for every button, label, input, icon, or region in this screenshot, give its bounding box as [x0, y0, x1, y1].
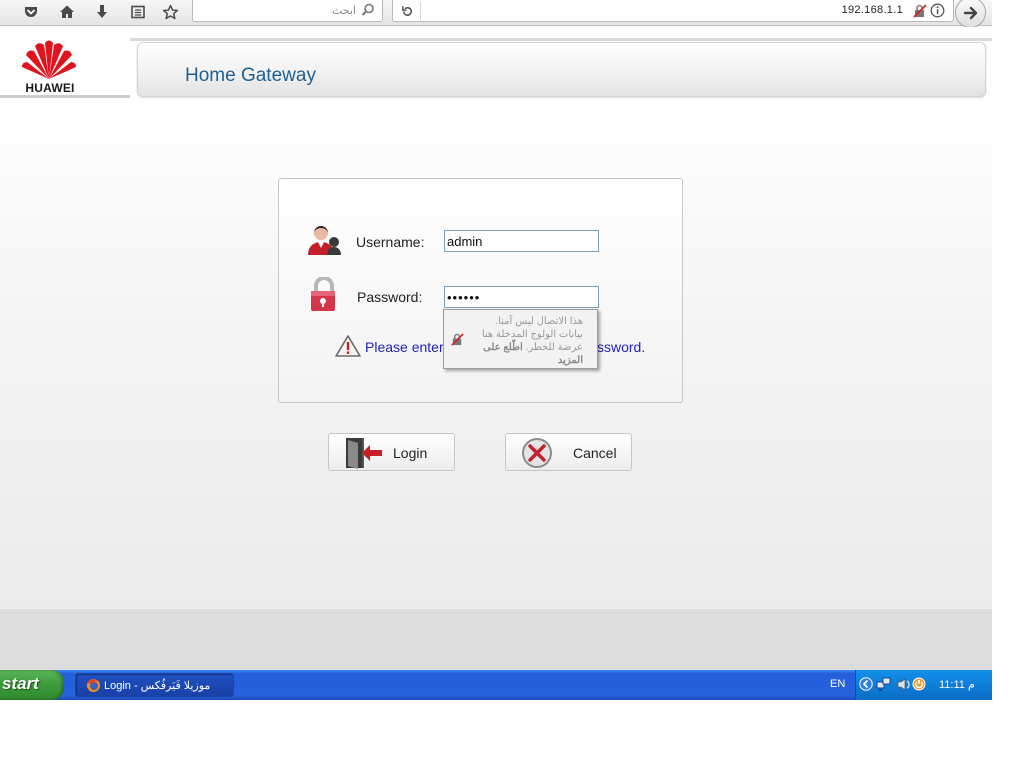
- tray-expand-icon[interactable]: [859, 677, 873, 691]
- login-button[interactable]: Login: [328, 433, 455, 471]
- tooltip-line-2: بيانات الولوج المدخلة هنا: [481, 329, 583, 340]
- taskbar: start Login - موزيلا فَيَرفُكس EN 11:11 …: [0, 670, 992, 700]
- bookmark-button[interactable]: [157, 1, 183, 23]
- tooltip-line-1: هذا الاتصال ليس آمنا.: [495, 316, 583, 327]
- login-panel: Username: Password: Please enter ssword.: [278, 178, 683, 403]
- home-button[interactable]: [54, 1, 80, 23]
- page-footer-band: [0, 609, 992, 670]
- taskbar-item-firefox[interactable]: Login - موزيلا فَيَرفُكس: [75, 673, 234, 697]
- reading-list-icon: [131, 5, 145, 19]
- door-enter-icon: [346, 438, 382, 469]
- cancel-button[interactable]: Cancel: [505, 433, 632, 471]
- reload-icon: [402, 5, 412, 16]
- firefox-icon: [86, 678, 101, 693]
- screen: ابحث 192.168.1.1 HUAWEI Home Gateway Use…: [0, 0, 1024, 768]
- cancel-icon: [522, 438, 552, 468]
- taskbar-item-label: Login - موزيلا فَيَرفُكس: [104, 680, 211, 692]
- volume-icon[interactable]: [896, 677, 911, 692]
- user-icon: [308, 226, 341, 255]
- insecure-lock-icon[interactable]: [913, 4, 927, 18]
- url-bar[interactable]: 192.168.1.1: [392, 0, 954, 22]
- go-button[interactable]: [955, 0, 986, 28]
- reload-button[interactable]: [395, 2, 421, 20]
- home-icon: [60, 5, 74, 18]
- pocket-button[interactable]: [18, 1, 44, 23]
- password-label: Password:: [357, 289, 423, 305]
- page-title: Home Gateway: [185, 65, 316, 86]
- logo-text: HUAWEI: [25, 81, 75, 95]
- tooltip-line-3: عرضة للخطر.: [525, 342, 583, 353]
- reading-list-button[interactable]: [125, 1, 151, 23]
- insecure-lock-icon: [451, 333, 464, 346]
- network-icon[interactable]: [876, 677, 892, 692]
- language-indicator[interactable]: EN: [830, 678, 845, 690]
- web-page: HUAWEI Home Gateway Username: admin Pass…: [0, 27, 992, 670]
- insecure-login-tooltip: هذا الاتصال ليس آمنا. بيانات الولوج المد…: [443, 309, 598, 369]
- system-tray: 11:11 م: [855, 670, 992, 700]
- tooltip-text: هذا الاتصال ليس آمنا. بيانات الولوج المد…: [465, 315, 583, 367]
- star-icon: [162, 4, 178, 19]
- download-arrow-icon: [97, 5, 107, 18]
- header-top-line: [130, 38, 992, 41]
- search-icon: [361, 3, 374, 16]
- warning-message: Please enter: [365, 339, 444, 355]
- search-box[interactable]: ابحث: [192, 0, 383, 22]
- clock: 11:11 م: [939, 679, 975, 691]
- huawei-logo-icon: [22, 40, 76, 79]
- start-label: start: [2, 674, 39, 693]
- login-button-label: Login: [393, 445, 428, 461]
- username-label: Username:: [356, 234, 425, 250]
- start-button[interactable]: start: [0, 670, 64, 700]
- warning-message-tail: ssword.: [597, 339, 646, 355]
- arrow-right-icon: [963, 6, 977, 19]
- search-placeholder: ابحث: [331, 5, 356, 17]
- power-icon[interactable]: [912, 677, 926, 691]
- logo-area: HUAWEI: [0, 31, 130, 98]
- pocket-icon: [25, 7, 37, 17]
- warning-icon: [335, 335, 361, 357]
- downloads-button[interactable]: [89, 1, 115, 23]
- info-icon[interactable]: [930, 3, 945, 18]
- header-bar: Home Gateway: [137, 42, 986, 97]
- lock-icon: [311, 277, 335, 311]
- cancel-button-label: Cancel: [573, 445, 617, 461]
- username-input[interactable]: [444, 230, 599, 252]
- browser-toolbar: ابحث 192.168.1.1: [0, 0, 992, 28]
- url-text: 192.168.1.1: [841, 4, 903, 16]
- password-input[interactable]: [444, 286, 599, 308]
